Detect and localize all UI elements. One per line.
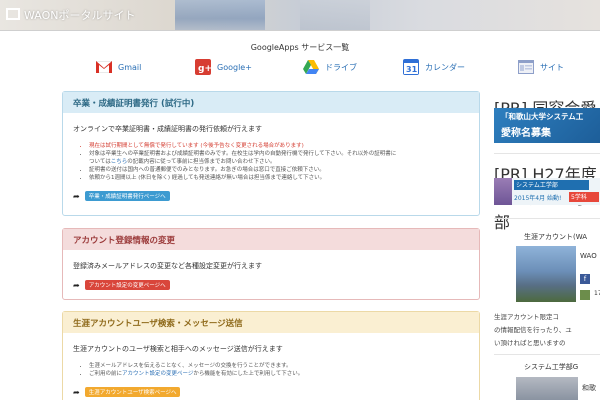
note-item: 生涯メールアドレスを伝えることなく、メッセージの交換を行うことができます。	[89, 362, 469, 370]
service-sites[interactable]: サイト	[518, 56, 564, 78]
service-label: Google+	[217, 62, 252, 72]
arrow-right-icon: ➦	[73, 387, 80, 397]
account-settings-link[interactable]: アカウント設定の変更ページ	[122, 371, 193, 377]
calendar-icon: 31	[403, 59, 419, 75]
panel-body: 登録済みメールアドレスの変更など各種設定変更が行えます ➦ アカウント設定の変更…	[63, 250, 479, 290]
note-text: ついてはこちらの記載内容に従って事前に担当係までお問い合わせ下さい。	[89, 159, 276, 165]
user-search-panel: 生涯アカウントユーザ検索・メッセージ送信 生涯アカウントのユーザ検索と相手へのメ…	[62, 311, 480, 400]
waon-logo-icon[interactable]	[6, 8, 20, 20]
note-text: 対象は卒業生への卒業証明書および成績証明書のみです。在校生は学内の自動発行機で発…	[89, 151, 397, 157]
service-label: ドライブ	[325, 62, 357, 72]
faculty-heading: システム工学部G	[524, 363, 579, 371]
arrow-right-icon: ➦	[73, 280, 80, 290]
certificate-panel: 卒業・成績証明書発行 (試行中) オンラインで卒業証明書・成績証明書の発行依頼が…	[62, 91, 480, 216]
certificate-page-button[interactable]: 卒業・成績証明書発行ページへ	[84, 191, 170, 201]
banner-text: システム工学部	[514, 180, 589, 190]
panel-action: ➦ アカウント設定の変更ページへ	[73, 280, 469, 290]
services-title: GoogleApps サービス一覧	[250, 43, 350, 52]
site-header: WAONポータルサイト	[0, 0, 600, 31]
facebook-icon[interactable]: f	[580, 274, 590, 284]
account-panel: アカウント登録情報の変更 登録済みメールアドレスの変更など各種設定変更が行えます…	[62, 228, 480, 300]
svg-text:31: 31	[406, 65, 418, 74]
panel-description: 登録済みメールアドレスの変更など各種設定変更が行えます	[73, 262, 262, 270]
faculty-banner[interactable]: システム工学部 2015年4月 始動! 5学科	[494, 178, 600, 205]
note-item: 現在は試行期間として無償で発行しています (今後予告なく変更される場合があります…	[89, 142, 469, 150]
panel-title: アカウント登録情報の変更	[63, 229, 479, 250]
lifetime-account-card[interactable]: WAO f 17	[516, 246, 600, 302]
like-icon[interactable]	[580, 290, 590, 300]
sidebar-divider	[494, 153, 600, 154]
service-calendar[interactable]: 31 カレンダー	[403, 56, 465, 78]
here-link[interactable]: こちら	[111, 159, 128, 165]
panel-description: 生涯アカウントのユーザ検索と相手へのメッセージ送信が行えます	[73, 345, 283, 353]
banner-text: 2015年4月 始動!	[514, 195, 562, 202]
card-name: WAO	[580, 252, 597, 260]
notes-list: 現在は試行期間として無償で発行しています (今後予告なく変更される場合があります…	[89, 142, 469, 182]
services-bar: Gmail g+ Google+ ドライブ 31 カレンダー サイト	[0, 56, 600, 78]
panel-title: 卒業・成績証明書発行 (試行中)	[63, 92, 479, 113]
banner-image	[494, 178, 512, 205]
note-item: 対象は卒業生への卒業証明書および成績証明書のみです。在校生は学内の自動発行機で発…	[89, 150, 469, 166]
lifetime-account-text: 生涯アカウント限定コ の情報配信を行ったり、ユ い頂ければと思いますの	[494, 311, 600, 350]
banner-text: 5学科	[569, 192, 599, 202]
drive-icon	[303, 59, 319, 75]
campus-photo	[516, 246, 576, 302]
header-building-image	[175, 0, 265, 30]
svg-text:g+: g+	[198, 64, 211, 74]
lifetime-account-heading: 生涯アカウント(WA	[524, 233, 588, 241]
arrow-right-icon: ➦	[73, 191, 80, 201]
banner-text: 「和歌山大学システム工	[501, 112, 584, 121]
card-name: 和歌	[582, 384, 596, 392]
service-label: サイト	[540, 62, 564, 72]
panel-title: 生涯アカウントユーザ検索・メッセージ送信	[63, 312, 479, 333]
panel-description: オンラインで卒業証明書・成績証明書の発行依頼が行えます	[73, 125, 262, 133]
service-drive[interactable]: ドライブ	[303, 56, 357, 78]
sidebar-divider	[494, 354, 600, 355]
site-title[interactable]: WAONポータルサイト	[24, 7, 136, 23]
panel-body: オンラインで卒業証明書・成績証明書の発行依頼が行えます 現在は試行期間として無償…	[63, 113, 479, 201]
google-plus-icon: g+	[195, 59, 211, 75]
service-google-plus[interactable]: g+ Google+	[195, 56, 252, 78]
service-gmail[interactable]: Gmail	[96, 56, 141, 78]
service-label: Gmail	[118, 62, 142, 72]
gmail-icon	[96, 59, 112, 75]
text-line: い頂ければと思いますの	[494, 339, 566, 347]
alumni-nickname-banner[interactable]: 「和歌山大学システム工 愛称名募集	[494, 108, 600, 143]
panel-body: 生涯アカウントのユーザ検索と相手へのメッセージ送信が行えます 生涯メールアドレス…	[63, 333, 479, 397]
header-building-image-2	[300, 0, 370, 30]
account-settings-button[interactable]: アカウント設定の変更ページへ	[84, 280, 170, 290]
service-label: カレンダー	[425, 62, 465, 72]
panel-action: ➦ 卒業・成績証明書発行ページへ	[73, 191, 469, 201]
text-line: の情報配信を行ったり、ユ	[494, 326, 572, 334]
sidebar-divider	[494, 218, 600, 219]
faculty-photo	[516, 377, 578, 400]
panel-action: ➦ 生涯アカウントユーザ検索ページへ	[73, 387, 469, 397]
notes-list: 生涯メールアドレスを伝えることなく、メッセージの交換を行うことができます。 ご利…	[89, 362, 469, 378]
like-count: 17	[594, 290, 600, 297]
note-item: ご利用の前にアカウント設定の変更ページから機能を有効にした上で利用して下さい。	[89, 370, 469, 378]
user-search-button[interactable]: 生涯アカウントユーザ検索ページへ	[84, 387, 181, 397]
faculty-card[interactable]: 和歌	[516, 377, 600, 400]
banner-text: 愛称名募集	[501, 128, 551, 139]
note-item: 依頼から1週間以上 (休日を除く) 経過しても発送連絡が無い場合は担当係まで連絡…	[89, 174, 469, 182]
note-item: 証明書の送付は国内への普通郵便でのみとなります。お急ぎの場合は窓口で直接ご依頼下…	[89, 166, 469, 174]
text-line: 生涯アカウント限定コ	[494, 313, 559, 321]
sites-icon	[518, 59, 534, 75]
